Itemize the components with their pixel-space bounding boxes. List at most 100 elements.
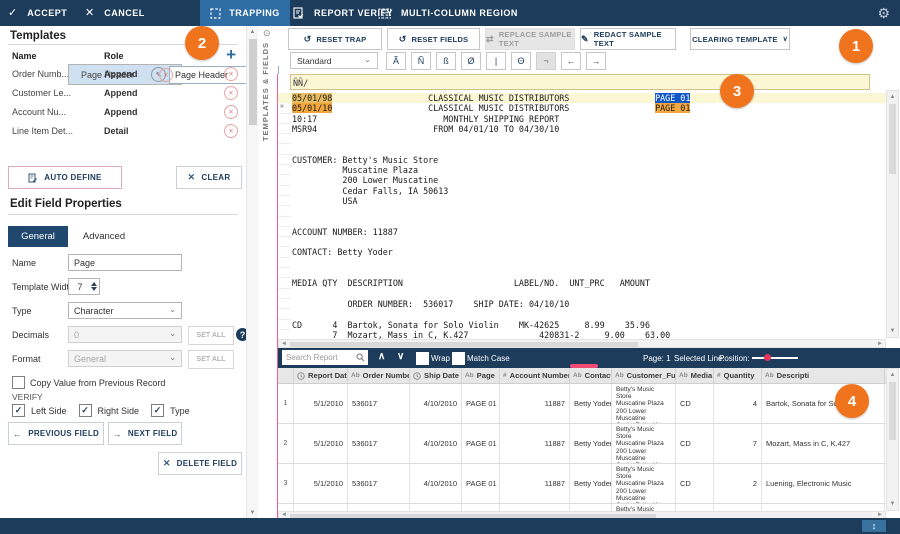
- column-header-customer-full[interactable]: AbCustomer_Full: [612, 368, 676, 383]
- table-row[interactable]: 4Betty's Music Store Muscatine Plaza: [278, 504, 886, 511]
- remove-template-icon[interactable]: ✕: [224, 67, 238, 81]
- report-horizontal-scrollbar[interactable]: ◄ ►: [278, 339, 886, 348]
- set-all-decimals-button: SET ALL: [188, 326, 234, 345]
- remove-template-icon[interactable]: ✕: [224, 124, 238, 138]
- trap-char-button[interactable]: ←: [561, 52, 581, 70]
- scrollbar-thumb[interactable]: [249, 39, 257, 125]
- table-row[interactable]: 25/1/20105360174/10/2010PAGE 0111887Bett…: [278, 424, 886, 464]
- table-cell: 2: [714, 464, 762, 503]
- remove-template-icon[interactable]: ✕: [224, 105, 238, 119]
- remove-template-icon[interactable]: ✕: [224, 86, 238, 100]
- trap-char-button[interactable]: →: [586, 52, 606, 70]
- clearing-template-dropdown[interactable]: CLEARING TEMPLATE ∨: [690, 28, 790, 50]
- trap-char-button[interactable]: ß: [436, 52, 456, 70]
- redact-sample-text-label: REDACT SAMPLE TEXT: [594, 30, 675, 48]
- scrollbar-thumb[interactable]: [889, 382, 896, 440]
- charset-select[interactable]: Standard ⌄: [290, 52, 378, 69]
- column-header-report-date[interactable]: Report Date: [294, 368, 348, 383]
- reset-icon: ↺: [399, 34, 407, 45]
- reset-trap-button[interactable]: ↺ RESET TRAP: [288, 28, 382, 50]
- trap-char-button[interactable]: Θ: [511, 52, 531, 70]
- scrollbar-thumb[interactable]: [290, 342, 638, 347]
- report-line: MSR94 FROM 04/01/10 TO 04/30/10: [278, 124, 886, 134]
- type-select[interactable]: Character ⌄: [68, 302, 182, 319]
- scrollbar-thumb[interactable]: [290, 514, 656, 518]
- copy-value-checkbox[interactable]: [12, 376, 25, 389]
- tab-general[interactable]: General: [8, 226, 68, 247]
- add-template-button[interactable]: +: [226, 46, 236, 63]
- template-row[interactable]: Customer Le...Append✕: [0, 83, 246, 102]
- panel-scrollbar[interactable]: ▲ ▼: [246, 26, 258, 518]
- verify-type-checkbox[interactable]: [151, 404, 164, 417]
- wrap-checkbox[interactable]: [416, 352, 429, 365]
- scrollbar-thumb[interactable]: [889, 104, 896, 174]
- scroll-right-icon[interactable]: ►: [876, 340, 884, 347]
- template-list: Page Header✎Page Header⌄✕Order Numb...Ap…: [0, 64, 246, 140]
- fit-height-button[interactable]: ↕: [862, 520, 886, 532]
- table-vertical-scrollbar[interactable]: ▲ ▼: [886, 368, 899, 511]
- search-previous-icon[interactable]: ∧: [378, 351, 385, 363]
- tab-templates-and-fields[interactable]: TEMPLATES & FIELDS: [261, 42, 270, 141]
- table-cell: [570, 504, 612, 511]
- column-label: Order Number: [363, 371, 410, 380]
- reset-fields-button[interactable]: ↺ RESET FIELDS: [387, 28, 480, 50]
- column-header-contact[interactable]: AbContact: [570, 368, 612, 383]
- scroll-up-icon[interactable]: ▲: [887, 92, 898, 102]
- redact-sample-text-button[interactable]: ✎ REDACT SAMPLE TEXT: [580, 28, 676, 50]
- accept-button[interactable]: ✓ ACCEPT: [8, 0, 67, 26]
- column-header-account-number[interactable]: #Account Number: [500, 368, 570, 383]
- scroll-up-icon[interactable]: ▲: [247, 26, 258, 37]
- previous-field-button[interactable]: ← PREVIOUS FIELD: [8, 422, 104, 445]
- trap-line-input[interactable]: ÑÑ/: [290, 74, 870, 90]
- table-row[interactable]: 35/1/20105360174/10/2010PAGE 0111887Bett…: [278, 464, 886, 504]
- field-name-input[interactable]: Page: [68, 254, 182, 271]
- scroll-down-icon[interactable]: ▼: [887, 499, 898, 509]
- scroll-left-icon[interactable]: ◄: [280, 340, 288, 347]
- trap-char-button[interactable]: ¬: [536, 52, 556, 70]
- auto-define-button[interactable]: AUTO DEFINE: [8, 166, 122, 189]
- column-header-page[interactable]: AbPage: [462, 368, 500, 383]
- report-view[interactable]: ÑÑ/ 05/01/98 CLASSICAL MUSIC DISTRIBUTOR…: [278, 74, 886, 340]
- tab-trapping[interactable]: TRAPPING: [200, 0, 290, 26]
- column-header-ship-date[interactable]: Ship Date: [410, 368, 462, 383]
- column-header-media[interactable]: AbMedia: [676, 368, 714, 383]
- column-header-descripti[interactable]: AbDescripti: [762, 368, 885, 383]
- verify-left-side-checkbox[interactable]: [12, 404, 25, 417]
- position-slider-thumb[interactable]: [764, 354, 771, 361]
- match-case-checkbox[interactable]: [452, 352, 465, 365]
- template-row[interactable]: Order Numb...Append✕: [0, 64, 246, 83]
- scroll-down-icon[interactable]: ▼: [887, 326, 898, 336]
- table-row[interactable]: 15/1/20105360174/10/2010PAGE 0111887Bett…: [278, 384, 886, 424]
- tab-multi-column-region[interactable]: MULTI-COLUMN REGION: [378, 0, 518, 26]
- pin-icon[interactable]: ⊙: [263, 28, 271, 39]
- tab-advanced[interactable]: Advanced: [72, 226, 136, 247]
- copy-value-option[interactable]: Copy Value from Previous Record: [12, 376, 165, 389]
- trap-char-button[interactable]: Ã: [386, 52, 406, 70]
- trap-char-button[interactable]: |: [486, 52, 506, 70]
- position-slider[interactable]: [752, 357, 798, 359]
- next-field-button[interactable]: → NEXT FIELD: [108, 422, 182, 445]
- template-row[interactable]: Account Nu...Append✕: [0, 102, 246, 121]
- cancel-button[interactable]: ✕ CANCEL: [85, 0, 145, 26]
- search-next-icon[interactable]: ∨: [397, 351, 404, 363]
- clear-button[interactable]: ✕ CLEAR: [176, 166, 242, 189]
- scroll-down-icon[interactable]: ▼: [247, 507, 258, 518]
- delete-field-button[interactable]: ✕ DELETE FIELD: [158, 452, 242, 475]
- trap-char-button[interactable]: Ø: [461, 52, 481, 70]
- trap-char-button[interactable]: Ñ: [411, 52, 431, 70]
- stepper-arrows-icon[interactable]: [91, 282, 97, 291]
- settings-gear-icon[interactable]: ⚙: [877, 5, 890, 22]
- table-cell: 5/1/2010: [294, 384, 348, 423]
- template-row[interactable]: Line Item Det...Detail✕: [0, 121, 246, 140]
- report-line: CD 4 Bartok, Sonata for Solo Violin MK-4…: [278, 320, 886, 330]
- top-toolbar: ✓ ACCEPT ✕ CANCEL TRAPPING REPORT VERIFY: [0, 0, 900, 26]
- verify-right-side-checkbox[interactable]: [79, 404, 92, 417]
- column-header-order-number[interactable]: AbOrder Number: [348, 368, 410, 383]
- text-type-icon: Ab: [679, 372, 688, 379]
- report-vertical-scrollbar[interactable]: ▲ ▼: [886, 90, 899, 338]
- scroll-up-icon[interactable]: ▲: [887, 370, 898, 380]
- template-width-stepper[interactable]: 7: [68, 278, 100, 295]
- report-text: CLASSICAL MUSIC DISTRIBUTORS: [428, 93, 569, 103]
- report-line: [278, 309, 886, 319]
- column-header-quantity[interactable]: #Quantity: [714, 368, 762, 383]
